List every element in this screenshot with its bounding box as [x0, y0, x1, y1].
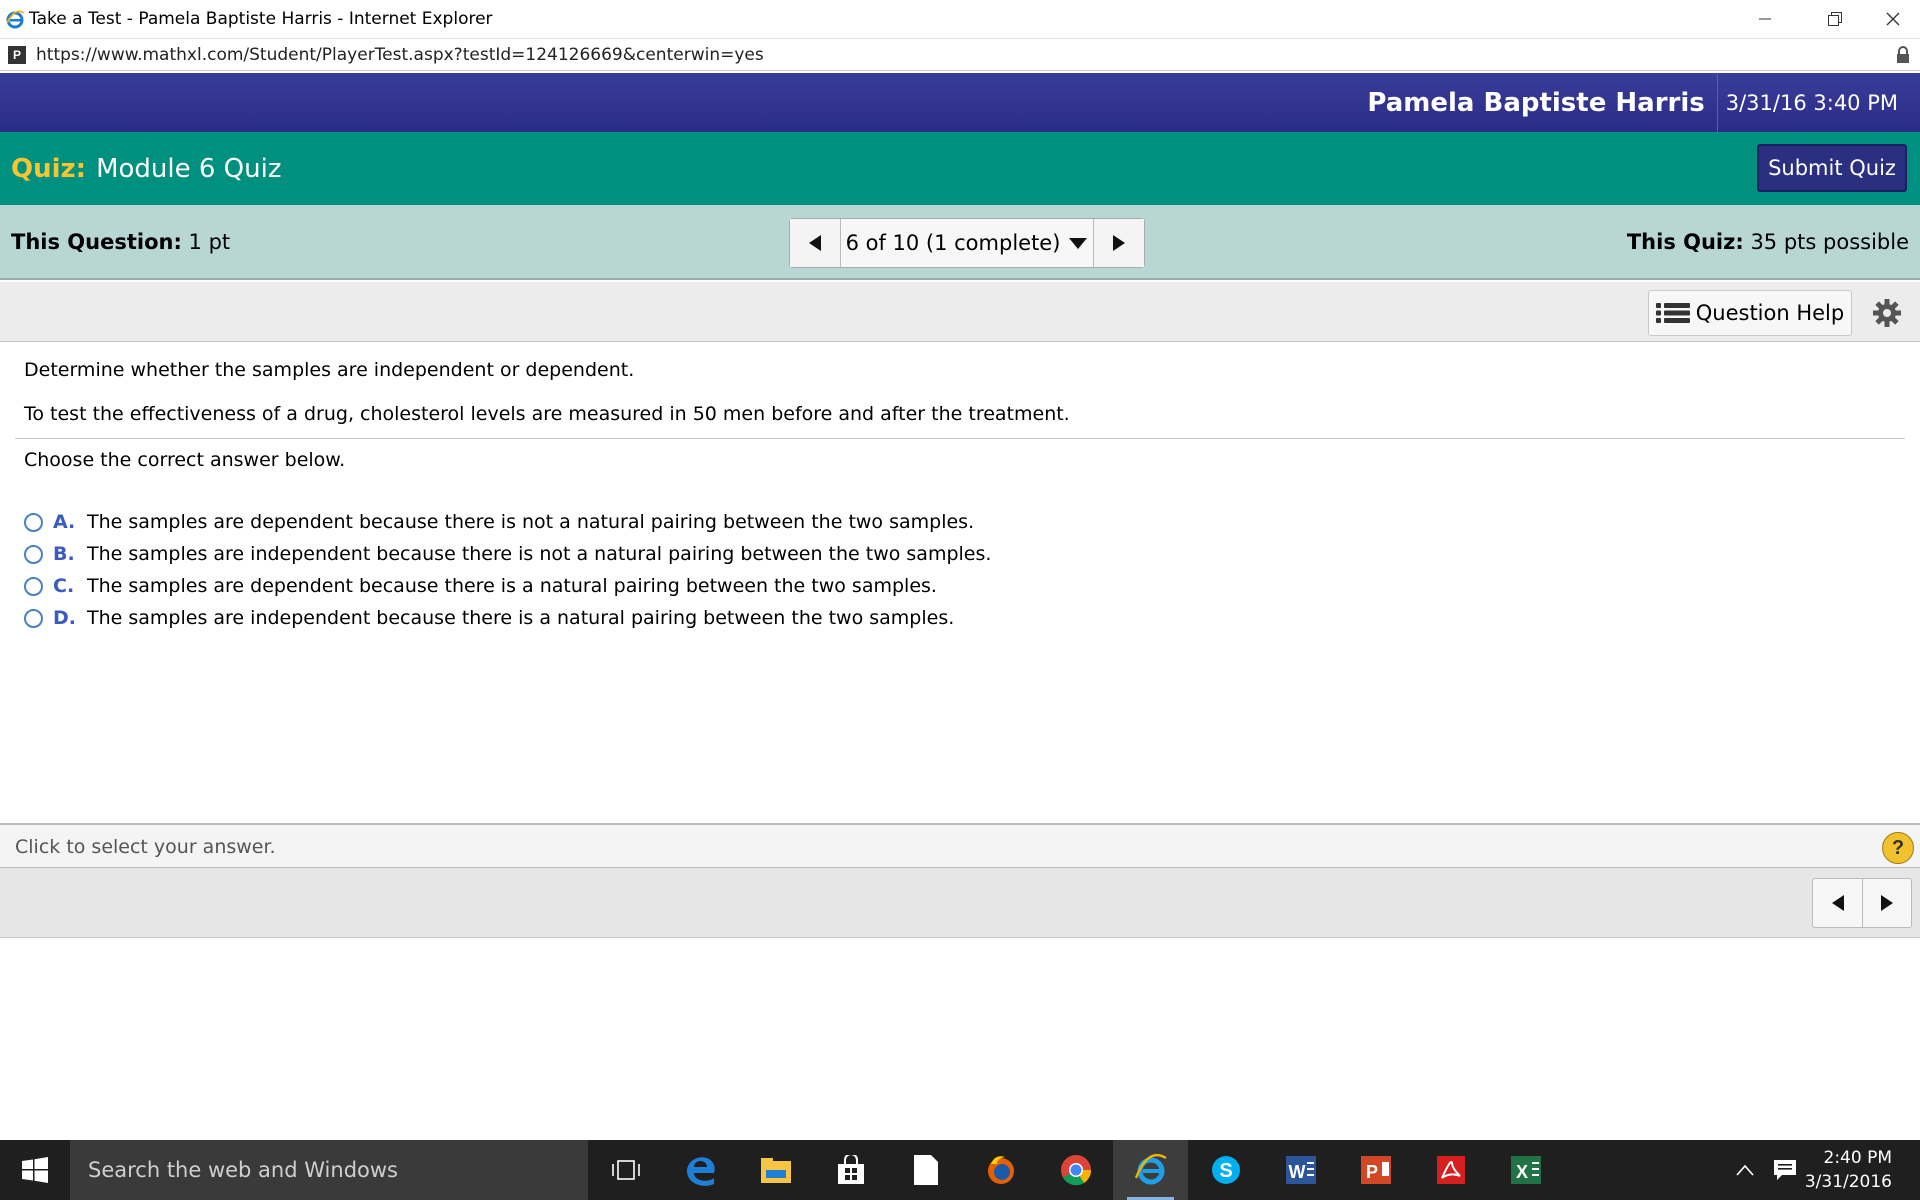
svg-text:P: P — [1365, 1162, 1377, 1182]
radio-button[interactable] — [24, 512, 43, 532]
windows-taskbar: Search the web and Windows S W P X 2:40 … — [0, 1140, 1920, 1200]
question-selector-dropdown[interactable]: 6 of 10 (1 complete) — [840, 219, 1094, 267]
option-letter: C. — [53, 575, 75, 597]
triangle-left-icon — [809, 235, 821, 251]
option-text[interactable]: The samples are independent because ther… — [87, 607, 954, 629]
question-instruction: Determine whether the samples are indepe… — [24, 359, 635, 381]
footer-navigation — [0, 868, 1920, 938]
option-letter: A. — [53, 511, 76, 533]
internet-explorer-icon — [5, 9, 25, 29]
quiz-name: Module 6 Quiz — [96, 153, 282, 184]
quiz-points: This Quiz: 35 pts possible — [1627, 230, 1909, 254]
option-text[interactable]: The samples are dependent because there … — [87, 511, 974, 533]
radio-button[interactable] — [24, 576, 43, 596]
system-tray: 2:40 PM 3/31/2016 — [1725, 1140, 1920, 1200]
answer-option-b[interactable]: B. The samples are independent because t… — [24, 538, 991, 570]
question-help-label: Question Help — [1695, 301, 1845, 325]
help-icon[interactable]: ? — [1882, 832, 1914, 864]
status-hint: Click to select your answer. — [15, 836, 276, 858]
firefox-icon[interactable] — [963, 1140, 1038, 1200]
radio-button[interactable] — [24, 608, 43, 628]
clock-date: 3/31/2016 — [1804, 1172, 1892, 1192]
footer-nav-buttons — [1812, 878, 1912, 928]
action-center-icon[interactable] — [1765, 1140, 1805, 1200]
previous-question-button[interactable] — [790, 219, 840, 267]
question-help-button[interactable]: Question Help — [1648, 290, 1852, 336]
list-icon — [1655, 303, 1690, 323]
taskbar-search-box[interactable]: Search the web and Windows — [70, 1140, 588, 1200]
address-bar[interactable]: P https://www.mathxl.com/Student/PlayerT… — [0, 38, 1920, 71]
task-view-icon[interactable] — [588, 1140, 663, 1200]
radio-button[interactable] — [24, 544, 43, 564]
choose-instruction: Choose the correct answer below. — [24, 449, 346, 471]
user-name: Pamela Baptiste Harris — [1367, 87, 1705, 118]
gear-icon[interactable] — [1870, 296, 1904, 330]
window-title-bar: Take a Test - Pamela Baptiste Harris - I… — [0, 0, 1920, 38]
option-text[interactable]: The samples are independent because ther… — [87, 543, 991, 565]
divider — [15, 438, 1905, 439]
close-button[interactable] — [1858, 0, 1920, 38]
next-question-button[interactable] — [1094, 219, 1144, 267]
url-text[interactable]: https://www.mathxl.com/Student/PlayerTes… — [36, 45, 764, 65]
question-prompt: To test the effectiveness of a drug, cho… — [24, 403, 1070, 425]
triangle-right-icon — [1881, 895, 1893, 911]
question-points: This Question: 1 pt — [11, 230, 230, 254]
store-icon[interactable] — [813, 1140, 888, 1200]
chevron-up-icon[interactable] — [1725, 1140, 1765, 1200]
footer-previous-button[interactable] — [1813, 879, 1862, 927]
header-datetime: 3/31/16 3:40 PM — [1725, 90, 1898, 115]
skype-icon[interactable]: S — [1188, 1140, 1263, 1200]
site-favicon-icon: P — [8, 45, 26, 64]
answer-options: A. The samples are dependent because the… — [24, 506, 991, 634]
word-icon[interactable]: W — [1263, 1140, 1338, 1200]
divider — [1716, 73, 1718, 132]
svg-text:S: S — [1219, 1160, 1232, 1182]
question-points-value: 1 pt — [188, 229, 231, 254]
lock-icon[interactable] — [1896, 46, 1910, 69]
question-position: 6 of 10 (1 complete) — [845, 231, 1061, 255]
question-points-label: This Question: — [11, 229, 182, 254]
answer-option-d[interactable]: D. The samples are independent because t… — [24, 602, 991, 634]
chevron-down-icon — [1069, 238, 1088, 249]
quiz-points-value: 35 pts possible — [1750, 229, 1909, 254]
svg-text:W: W — [1288, 1162, 1305, 1182]
powerpoint-icon[interactable]: P — [1338, 1140, 1413, 1200]
submit-quiz-button[interactable]: Submit Quiz — [1757, 144, 1907, 192]
windows-logo-icon — [22, 1157, 48, 1183]
question-navigator: 6 of 10 (1 complete) — [789, 218, 1145, 268]
answer-option-c[interactable]: C. The samples are dependent because the… — [24, 570, 991, 602]
internet-explorer-icon[interactable] — [1113, 1140, 1188, 1200]
answer-option-a[interactable]: A. The samples are dependent because the… — [24, 506, 991, 538]
excel-icon[interactable]: X — [1488, 1140, 1563, 1200]
acrobat-icon[interactable] — [1413, 1140, 1488, 1200]
option-text[interactable]: The samples are dependent because there … — [87, 575, 937, 597]
question-toolbar: Question Help — [0, 282, 1920, 342]
start-button[interactable] — [0, 1140, 70, 1200]
triangle-left-icon — [1831, 895, 1844, 911]
question-info-bar: This Question: 1 pt 6 of 10 (1 complete)… — [0, 205, 1920, 280]
window-title: Take a Test - Pamela Baptiste Harris - I… — [29, 9, 493, 29]
taskbar-clock[interactable]: 2:40 PM 3/31/2016 — [1805, 1146, 1920, 1194]
footer-next-button[interactable] — [1862, 879, 1911, 927]
minimize-button[interactable] — [1730, 0, 1800, 38]
option-letter: D. — [53, 607, 76, 629]
chrome-icon[interactable] — [1038, 1140, 1113, 1200]
document-icon[interactable] — [888, 1140, 963, 1200]
option-letter: B. — [53, 543, 75, 565]
quiz-title-bar: Quiz: Module 6 Quiz Submit Quiz — [0, 132, 1920, 205]
user-header: Pamela Baptiste Harris 3/31/16 3:40 PM — [0, 73, 1920, 132]
file-explorer-icon[interactable] — [738, 1140, 813, 1200]
quiz-points-label: This Quiz: — [1626, 229, 1744, 254]
status-bar: Click to select your answer. ? — [0, 823, 1920, 868]
edge-icon[interactable] — [663, 1140, 738, 1200]
clock-time: 2:40 PM — [1823, 1148, 1893, 1168]
svg-text:X: X — [1515, 1162, 1527, 1182]
quiz-label: Quiz: — [11, 153, 87, 184]
triangle-right-icon — [1113, 235, 1125, 251]
